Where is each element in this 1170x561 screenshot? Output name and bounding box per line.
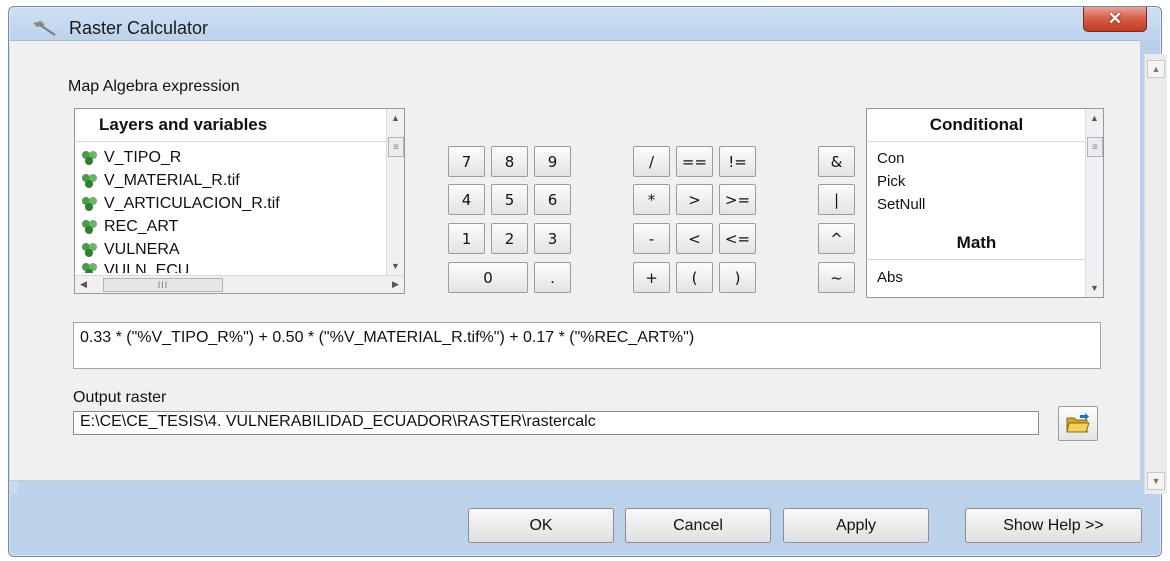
layers-header: Layers and variables [75,109,387,142]
function-item[interactable]: SetNull [877,196,925,213]
key-not-equal[interactable]: != [719,146,756,177]
scroll-up-icon[interactable]: ▲ [387,109,404,126]
key-2[interactable]: 2 [491,223,528,254]
layers-vscroll[interactable]: ▲ ≡ ▼ [386,109,404,275]
layer-item-label: V_TIPO_R [104,149,182,166]
raster-layer-icon [82,151,97,165]
raster-layer-icon [82,174,97,188]
layers-listbox[interactable]: Layers and variables V_TIPO_R V_MATERIAL… [74,108,405,294]
key-less[interactable]: < [676,223,713,254]
layer-item-label: REC_ART [104,218,179,235]
key-decimal[interactable]: . [534,262,571,293]
key-xor[interactable]: ^ [818,223,855,254]
key-greater[interactable]: > [676,184,713,215]
key-1[interactable]: 1 [448,223,485,254]
output-raster-field[interactable]: E:\CE\CE_TESIS\4. VULNERABILIDAD_ECUADOR… [73,411,1039,435]
key-and[interactable]: & [818,146,855,177]
close-icon: ✕ [1107,9,1123,28]
layer-item[interactable]: REC_ART [81,216,178,238]
scroll-right-icon[interactable]: ▶ [387,276,404,293]
key-9[interactable]: 9 [534,146,571,177]
layer-item[interactable]: VULN_ECU [81,262,189,273]
conditional-header: Conditional [867,109,1086,142]
math-header: Math [867,227,1086,260]
key-multiply[interactable]: * [633,184,670,215]
key-5[interactable]: 5 [491,184,528,215]
scroll-left-icon[interactable]: ◀ [75,276,92,293]
key-greater-equal[interactable]: >= [719,184,756,215]
key-7[interactable]: 7 [448,146,485,177]
scroll-down-icon[interactable]: ▼ [1086,279,1103,296]
layer-item-label: VULN_ECU [104,262,190,273]
function-item[interactable]: Pick [877,173,905,190]
open-folder-icon [1066,412,1090,432]
key-not[interactable]: ~ [818,262,855,293]
hscroll-thumb[interactable]: III [103,278,223,292]
layer-item-label: V_ARTICULACION_R.tif [104,195,280,212]
layer-item[interactable]: VULNERA [81,239,180,261]
dialog-scrollbar[interactable]: ▲ ▼ [1144,54,1167,494]
apply-button[interactable]: Apply [783,508,929,543]
key-or[interactable]: | [818,184,855,215]
window-title: Raster Calculator [69,18,209,38]
raster-calculator-icon [33,21,56,36]
map-algebra-label: Map Algebra expression [68,78,240,95]
output-raster-label: Output raster [73,389,167,406]
expression-input[interactable]: 0.33 * ("%V_TIPO_R%") + 0.50 * ("%V_MATE… [73,322,1101,369]
key-close-paren[interactable]: ) [719,262,756,293]
browse-button[interactable] [1058,406,1098,441]
function-item[interactable]: Abs [877,269,903,286]
key-plus[interactable]: + [633,262,670,293]
layer-item-label: VULNERA [104,241,180,258]
layers-hscroll[interactable]: ◀ III ▶ [75,275,404,293]
layer-item[interactable]: V_MATERIAL_R.tif [81,170,240,192]
key-minus[interactable]: - [633,223,670,254]
scroll-up-icon[interactable]: ▲ [1086,109,1103,126]
scroll-thumb[interactable]: ≡ [388,137,404,157]
raster-layer-icon [82,243,97,257]
key-8[interactable]: 8 [491,146,528,177]
show-help-button[interactable]: Show Help >> [965,508,1142,543]
layer-item[interactable]: V_ARTICULACION_R.tif [81,193,280,215]
key-equal[interactable]: == [676,146,713,177]
ok-button[interactable]: OK [468,508,614,543]
close-button[interactable]: ✕ [1083,7,1147,32]
scroll-up-icon[interactable]: ▲ [1147,60,1165,78]
layer-item-label: V_MATERIAL_R.tif [104,172,240,189]
functions-listbox[interactable]: Conditional Con Pick SetNull Math Abs ▲ … [866,108,1104,298]
cancel-button[interactable]: Cancel [625,508,771,543]
raster-layer-icon [82,220,97,234]
key-6[interactable]: 6 [534,184,571,215]
scroll-thumb[interactable]: ≡ [1087,137,1103,157]
scroll-down-icon[interactable]: ▼ [387,257,404,274]
layer-item[interactable]: V_TIPO_R [81,147,181,169]
raster-layer-icon [82,197,97,211]
functions-vscroll[interactable]: ▲ ≡ ▼ [1085,109,1103,297]
button-bar-separator [10,480,1140,481]
key-open-paren[interactable]: ( [676,262,713,293]
scroll-down-icon[interactable]: ▼ [1147,472,1165,490]
key-4[interactable]: 4 [448,184,485,215]
key-3[interactable]: 3 [534,223,571,254]
key-divide[interactable]: / [633,146,670,177]
raster-layer-icon [82,263,97,273]
function-item[interactable]: Con [877,150,905,167]
key-less-equal[interactable]: <= [719,223,756,254]
key-0[interactable]: 0 [448,262,528,293]
